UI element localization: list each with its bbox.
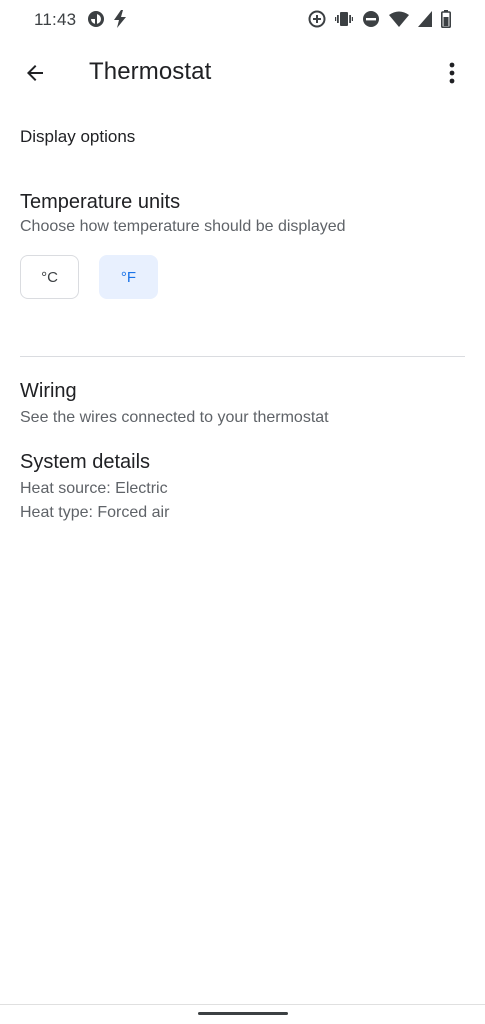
fahrenheit-button[interactable]: °F [99, 255, 158, 299]
back-button[interactable] [20, 58, 50, 88]
system-details-item[interactable]: System details Heat source: Electric Hea… [20, 451, 465, 522]
nav-bar-divider [0, 1004, 485, 1005]
temperature-unit-toggle: °C °F [20, 255, 158, 299]
wiring-subtitle: See the wires connected to your thermost… [20, 409, 329, 426]
vibrate-icon [335, 10, 353, 28]
app-bar: Thermostat [0, 48, 485, 98]
do-not-disturb-icon [362, 10, 380, 28]
status-bar: 11:43 [0, 0, 485, 40]
battery-icon [441, 10, 451, 28]
system-details-title: System details [20, 451, 151, 473]
gesture-nav-handle[interactable] [198, 1012, 288, 1015]
heat-source-text: Heat source: Electric [20, 480, 168, 497]
more-options-button[interactable] [437, 58, 467, 88]
celsius-button[interactable]: °C [20, 255, 79, 299]
temperature-units-subtitle: Choose how temperature should be display… [20, 218, 346, 235]
flash-icon [113, 10, 127, 28]
wiring-item[interactable]: Wiring See the wires connected to your t… [20, 380, 465, 427]
page-title: Thermostat [89, 58, 212, 85]
temperature-units-title: Temperature units [20, 191, 181, 213]
display-options-header: Display options [20, 127, 136, 146]
heat-type-text: Heat type: Forced air [20, 504, 170, 521]
status-right-icons [308, 10, 451, 28]
data-saver-icon [87, 10, 105, 28]
wifi-icon [389, 11, 409, 27]
cell-signal-icon [418, 11, 432, 27]
more-vert-icon [449, 62, 455, 84]
add-circle-icon [308, 10, 326, 28]
status-left-icons [87, 10, 127, 28]
status-time: 11:43 [34, 10, 77, 29]
section-divider [20, 356, 465, 357]
arrow-back-icon [23, 61, 47, 85]
wiring-title: Wiring [20, 380, 77, 402]
